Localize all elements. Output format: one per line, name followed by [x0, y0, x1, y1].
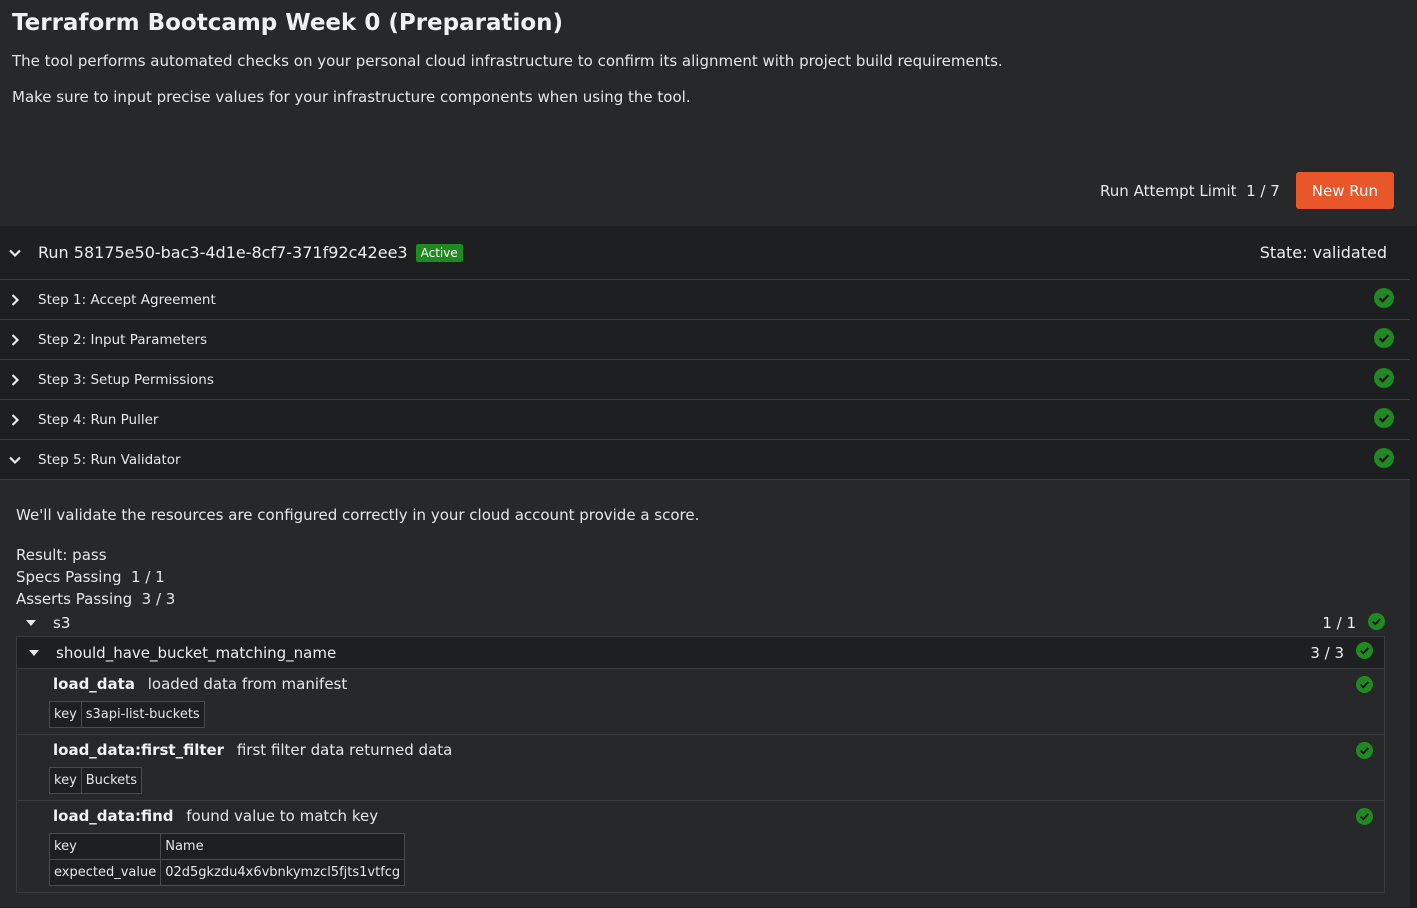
spec-group-name: s3: [53, 614, 71, 632]
spec-header[interactable]: should_have_bucket_matching_name 3 / 3: [17, 637, 1384, 669]
table-cell-key-value: s3api-list-buckets: [80, 701, 205, 728]
chevron-right-icon[interactable]: [6, 331, 24, 349]
step-label: Step 2: Input Parameters: [38, 331, 207, 348]
table-cell-key-label: key: [48, 833, 162, 860]
step-label: Step 5: Run Validator: [38, 451, 181, 468]
assert-message: found value to match key: [186, 807, 379, 825]
check-circle-icon: [1356, 642, 1373, 663]
check-circle-icon: [1356, 808, 1373, 829]
assert-message: first filter data returned data: [236, 741, 453, 759]
chevron-down-icon[interactable]: [6, 244, 24, 262]
check-circle-icon: [1374, 447, 1394, 472]
assert-name: load_data:find: [53, 807, 174, 825]
specs-passing: Specs Passing 1 / 1: [16, 568, 165, 586]
header-area: Terraform Bootcamp Week 0 (Preparation) …: [0, 0, 1417, 226]
run-controls: Run Attempt Limit 1 / 7 New Run: [1100, 172, 1394, 209]
new-run-button[interactable]: New Run: [1295, 172, 1394, 209]
table-cell-expected-label: expected_value: [48, 859, 162, 886]
asserts-passing: Asserts Passing 3 / 3: [16, 590, 176, 608]
assert-message: loaded data from manifest: [147, 675, 348, 693]
caret-down-icon[interactable]: [29, 649, 39, 656]
chevron-right-icon[interactable]: [6, 371, 24, 389]
step-label: Step 4: Run Puller: [38, 411, 159, 428]
table-cell-key-label: key: [49, 767, 82, 794]
step-row-2[interactable]: Step 2: Input Parameters: [0, 320, 1410, 360]
step-label: Step 1: Accept Agreement: [38, 291, 216, 308]
check-circle-icon: [1356, 676, 1373, 697]
check-circle-icon: [1356, 742, 1373, 763]
run-state: State: validated: [1259, 243, 1387, 262]
check-circle-icon: [1374, 327, 1394, 352]
assert-item: load_data:find found value to match key …: [17, 801, 1384, 892]
spec-name: should_have_bucket_matching_name: [56, 643, 337, 662]
page-description-2: Make sure to input precise values for yo…: [12, 88, 691, 106]
assert-data-table: key Buckets: [49, 767, 143, 794]
check-circle-icon: [1374, 407, 1394, 432]
chevron-right-icon[interactable]: [6, 291, 24, 309]
result-text: Result: pass: [16, 546, 107, 564]
run-attempt-limit: Run Attempt Limit 1 / 7: [1100, 181, 1280, 200]
run-header[interactable]: Run 58175e50-bac3-4d1e-8cf7-371f92c42ee3…: [0, 226, 1410, 280]
caret-down-icon[interactable]: [26, 620, 36, 626]
step-row-1[interactable]: Step 1: Accept Agreement: [0, 280, 1410, 320]
run-title: Run 58175e50-bac3-4d1e-8cf7-371f92c42ee3: [38, 243, 408, 262]
assert-data-table: key Name expected_value 02d5gkzdu4x6vbnk…: [48, 833, 406, 886]
assert-data-table: key s3api-list-buckets: [49, 701, 205, 728]
chevron-down-icon[interactable]: [6, 451, 24, 469]
validator-description: We'll validate the resources are configu…: [16, 506, 700, 524]
table-cell-key-label: key: [49, 701, 82, 728]
assert-name: load_data:first_filter: [53, 741, 225, 759]
step-row-5[interactable]: Step 5: Run Validator: [0, 440, 1410, 480]
status-badge: Active: [415, 243, 463, 262]
table-cell-key-value: Buckets: [80, 767, 143, 794]
spec-group-s3[interactable]: s3 1 / 1: [16, 610, 1385, 636]
spec-box: should_have_bucket_matching_name 3 / 3 l…: [16, 636, 1385, 893]
page-title: Terraform Bootcamp Week 0 (Preparation): [12, 10, 564, 36]
step-row-3[interactable]: Step 3: Setup Permissions: [0, 360, 1410, 400]
page-description-1: The tool performs automated checks on yo…: [12, 52, 1003, 70]
spec-group-count: 1 / 1: [1322, 614, 1356, 632]
chevron-right-icon[interactable]: [6, 411, 24, 429]
assert-name: load_data: [53, 675, 135, 693]
assert-item: load_data:first_filter first filter data…: [17, 735, 1384, 801]
assert-item: load_data loaded data from manifest key …: [17, 669, 1384, 735]
table-cell-key-value: Name: [160, 833, 406, 860]
step-row-4[interactable]: Step 4: Run Puller: [0, 400, 1410, 440]
step-label: Step 3: Setup Permissions: [38, 371, 214, 388]
check-circle-icon: [1374, 367, 1394, 392]
spec-count: 3 / 3: [1310, 643, 1344, 662]
check-circle-icon: [1368, 612, 1385, 634]
check-circle-icon: [1374, 287, 1394, 312]
validator-panel: We'll validate the resources are configu…: [0, 480, 1410, 907]
table-cell-expected-value: 02d5gkzdu4x6vbnkymzcl5fjts1vtfcg: [160, 859, 406, 886]
